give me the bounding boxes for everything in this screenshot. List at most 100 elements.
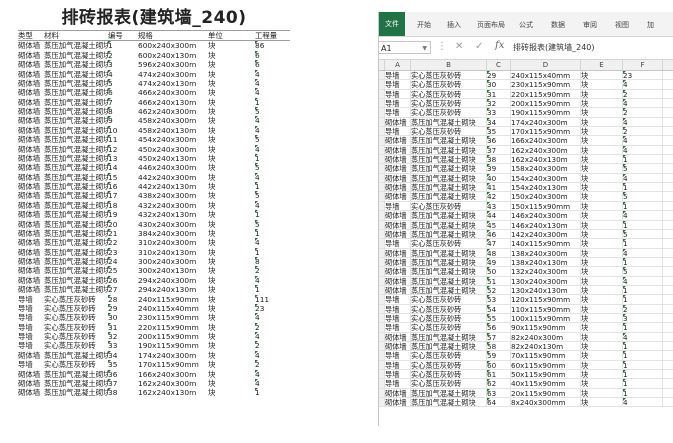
- grid-cell[interactable]: 砌体墙: [385, 388, 411, 398]
- grid-cell[interactable]: 蒸压加气混凝土砌块: [411, 285, 487, 295]
- grid-cell[interactable]: 块: [581, 145, 623, 155]
- grid-cell[interactable]: 实心蒸压灰砂砖: [411, 313, 487, 323]
- grid-cell[interactable]: 60: [487, 360, 511, 369]
- grid-cell[interactable]: 砌体墙: [385, 257, 411, 267]
- grid-cell[interactable]: 导墙: [385, 323, 411, 332]
- grid-cell[interactable]: 砌体墙: [385, 117, 411, 127]
- grid-cell[interactable]: 块: [581, 192, 623, 201]
- grid-cell[interactable]: 砌体墙: [385, 341, 411, 351]
- grid-cell[interactable]: 块: [581, 267, 623, 276]
- grid-cell[interactable]: 40x115x90mm: [511, 379, 581, 388]
- grid-cell[interactable]: 实心蒸压灰砂砖: [411, 201, 487, 211]
- tab-insert[interactable]: 插入: [447, 20, 461, 30]
- grid-cell[interactable]: 40: [487, 173, 511, 183]
- grid-cell[interactable]: 蒸压加气混凝土砌块: [411, 248, 487, 257]
- grid-cell[interactable]: 砌体墙: [385, 267, 411, 276]
- grid-cell[interactable]: 4: [623, 332, 663, 341]
- grid-cell[interactable]: 4: [623, 145, 663, 155]
- grid-cell[interactable]: 52: [487, 285, 511, 295]
- grid-cell[interactable]: 146x240x130m: [511, 220, 581, 229]
- grid-cell[interactable]: 150x240x300m: [511, 192, 581, 201]
- grid-cell[interactable]: 39: [487, 164, 511, 173]
- grid-cell[interactable]: 块: [581, 313, 623, 323]
- grid-cell[interactable]: 砌体墙: [385, 229, 411, 239]
- grid-cell[interactable]: 63: [487, 388, 511, 398]
- function-icon[interactable]: fx: [495, 40, 504, 51]
- grid-cell[interactable]: 实心蒸压灰砂砖: [411, 323, 487, 332]
- grid-cell[interactable]: 蒸压加气混凝土砌块: [411, 332, 487, 341]
- grid-cell[interactable]: 块: [581, 341, 623, 351]
- grid-cell[interactable]: 实心蒸压灰砂砖: [411, 80, 487, 89]
- grid-cell[interactable]: 142x240x300m: [511, 229, 581, 239]
- grid-cell[interactable]: 120x115x90mm: [511, 295, 581, 304]
- grid-cell[interactable]: 220x115x90mm: [511, 89, 581, 99]
- grid-cell[interactable]: 导墙: [385, 370, 411, 379]
- grid-cell[interactable]: 49: [487, 257, 511, 267]
- grid-cell[interactable]: 90x115x90mm: [511, 323, 581, 332]
- grid-cell[interactable]: 蒸压加气混凝土砌块: [411, 229, 487, 239]
- grid-cell[interactable]: 59: [487, 351, 511, 360]
- tab-home[interactable]: 开始: [417, 20, 431, 30]
- grid-cell[interactable]: 64: [487, 398, 511, 407]
- grid-cell[interactable]: 蒸压加气混凝土砌块: [411, 183, 487, 192]
- grid-cell[interactable]: 1: [623, 201, 663, 211]
- grid-cell[interactable]: 块: [581, 71, 623, 80]
- grid-cell[interactable]: 1: [623, 257, 663, 267]
- grid-cell[interactable]: 190x115x90mm: [511, 108, 581, 117]
- grid-cell[interactable]: 块: [581, 127, 623, 136]
- tab-file[interactable]: 文件: [379, 12, 405, 36]
- grid-cell[interactable]: 块: [581, 211, 623, 220]
- grid-cell[interactable]: 38: [487, 155, 511, 164]
- grid-cell[interactable]: 块: [581, 220, 623, 229]
- grid-cell[interactable]: 块: [581, 295, 623, 304]
- grid-cell[interactable]: 块: [581, 285, 623, 295]
- grid-cell[interactable]: 实心蒸压灰砂砖: [411, 99, 487, 108]
- grid-cell[interactable]: 1: [623, 341, 663, 351]
- column-header-a[interactable]: A: [385, 60, 411, 70]
- grid-cell[interactable]: 砌体墙: [385, 285, 411, 295]
- grid-cell[interactable]: 30: [487, 80, 511, 89]
- grid-cell[interactable]: 2: [623, 304, 663, 313]
- grid-cell[interactable]: 实心蒸压灰砂砖: [411, 360, 487, 369]
- grid-cell[interactable]: 砌体墙: [385, 398, 411, 407]
- grid-cell[interactable]: 块: [581, 173, 623, 183]
- grid-cell[interactable]: 块: [581, 360, 623, 369]
- grid-cell[interactable]: 蒸压加气混凝土砌块: [411, 145, 487, 155]
- grid-cell[interactable]: 4: [623, 248, 663, 257]
- grid-cell[interactable]: 4: [623, 117, 663, 127]
- formula-input[interactable]: 排砖报表(建筑墙_240): [513, 42, 595, 53]
- grid-cell[interactable]: 实心蒸压灰砂砖: [411, 239, 487, 248]
- grid-cell[interactable]: 58: [487, 341, 511, 351]
- grid-cell[interactable]: 100x115x90mm: [511, 313, 581, 323]
- grid-cell[interactable]: 110x115x90mm: [511, 304, 581, 313]
- grid-cell[interactable]: 实心蒸压灰砂砖: [411, 351, 487, 360]
- tab-data[interactable]: 数据: [551, 20, 565, 30]
- grid-cell[interactable]: 蒸压加气混凝土砌块: [411, 388, 487, 398]
- grid-cell[interactable]: 1: [623, 388, 663, 398]
- grid-cell[interactable]: 蒸压加气混凝土砌块: [411, 192, 487, 201]
- grid-cell[interactable]: 实心蒸压灰砂砖: [411, 127, 487, 136]
- grid-cell[interactable]: 55: [487, 313, 511, 323]
- grid-cell[interactable]: 166x240x300m: [511, 136, 581, 145]
- grid-cell[interactable]: 实心蒸压灰砂砖: [411, 370, 487, 379]
- tab-addins[interactable]: 加: [647, 20, 654, 30]
- grid-cell[interactable]: 1: [623, 285, 663, 295]
- grid-cell[interactable]: 1: [623, 351, 663, 360]
- grid-cell[interactable]: 导墙: [385, 239, 411, 248]
- grid-cell[interactable]: 23: [623, 71, 663, 80]
- grid-cell[interactable]: 导墙: [385, 304, 411, 313]
- grid-cell[interactable]: 130x240x300m: [511, 276, 581, 285]
- grid-cell[interactable]: 170x115x90mm: [511, 127, 581, 136]
- grid-cell[interactable]: 砌体墙: [385, 248, 411, 257]
- grid-cell[interactable]: 132x240x300m: [511, 267, 581, 276]
- grid-cell[interactable]: 44: [487, 211, 511, 220]
- grid-cell[interactable]: 蒸压加气混凝土砌块: [411, 211, 487, 220]
- grid-cell[interactable]: 31: [487, 89, 511, 99]
- grid-cell[interactable]: 200x115x90mm: [511, 99, 581, 108]
- grid-cell[interactable]: 45: [487, 220, 511, 229]
- grid-cell[interactable]: 1: [623, 295, 663, 304]
- grid-cell[interactable]: 实心蒸压灰砂砖: [411, 71, 487, 80]
- grid-cell[interactable]: 154x240x300m: [511, 173, 581, 183]
- grid-cell[interactable]: 2: [623, 89, 663, 99]
- grid-cell[interactable]: 174x240x300m: [511, 117, 581, 127]
